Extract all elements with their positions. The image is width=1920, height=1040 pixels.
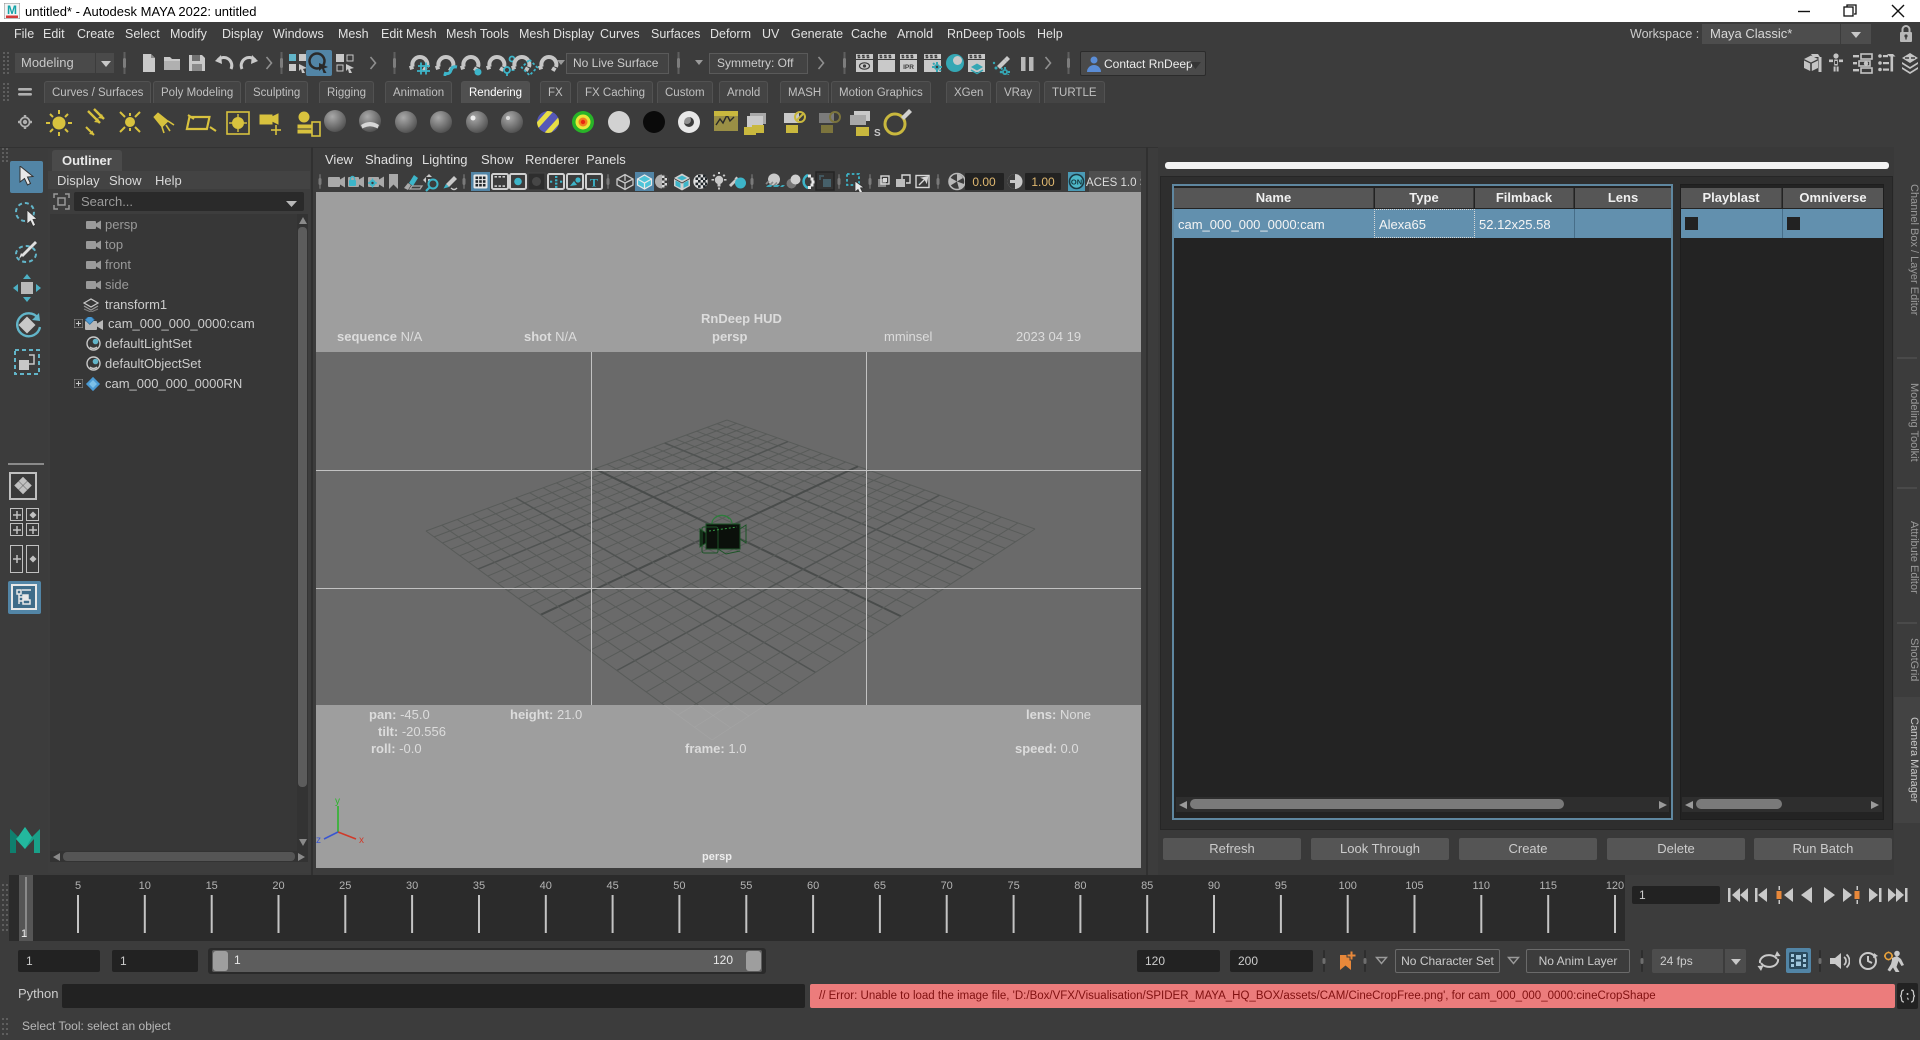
- svg-text:15: 15: [206, 880, 218, 892]
- svg-text:y: y: [335, 796, 340, 807]
- svg-text:80: 80: [1074, 880, 1086, 892]
- svg-text:40: 40: [540, 880, 552, 892]
- svg-text:55: 55: [740, 880, 752, 892]
- svg-text:25: 25: [339, 880, 351, 892]
- svg-text:45: 45: [606, 880, 618, 892]
- svg-text:20: 20: [272, 880, 284, 892]
- svg-text:50: 50: [673, 880, 685, 892]
- svg-text:90: 90: [1208, 880, 1220, 892]
- svg-text:ACES 1.0 S: ACES 1.0 S: [1086, 177, 1141, 189]
- svg-text:IPR: IPR: [903, 64, 914, 71]
- svg-text:T: T: [590, 176, 598, 190]
- svg-text:105: 105: [1405, 880, 1423, 892]
- svg-text:75: 75: [1007, 880, 1019, 892]
- svg-text:85: 85: [1141, 880, 1153, 892]
- svg-text:S: S: [874, 128, 881, 139]
- svg-text:100: 100: [1339, 880, 1357, 892]
- svg-text:60: 60: [807, 880, 819, 892]
- svg-text:35: 35: [473, 880, 485, 892]
- svg-text:30: 30: [406, 880, 418, 892]
- svg-text:110: 110: [1473, 880, 1491, 892]
- svg-text:1: 1: [21, 928, 27, 940]
- svg-text:70: 70: [941, 880, 953, 892]
- svg-text:M: M: [7, 3, 17, 17]
- svg-text:65: 65: [874, 880, 886, 892]
- svg-text:0.00: 0.00: [972, 175, 996, 189]
- svg-text:z: z: [316, 835, 321, 846]
- svg-text:x: x: [359, 835, 364, 846]
- svg-text:120: 120: [1606, 880, 1624, 892]
- svg-text:ON: ON: [1071, 178, 1082, 187]
- svg-text:10: 10: [139, 880, 151, 892]
- svg-text:95: 95: [1275, 880, 1287, 892]
- svg-text:5: 5: [75, 880, 81, 892]
- svg-text:115: 115: [1539, 880, 1557, 892]
- svg-text:1.00: 1.00: [1031, 175, 1055, 189]
